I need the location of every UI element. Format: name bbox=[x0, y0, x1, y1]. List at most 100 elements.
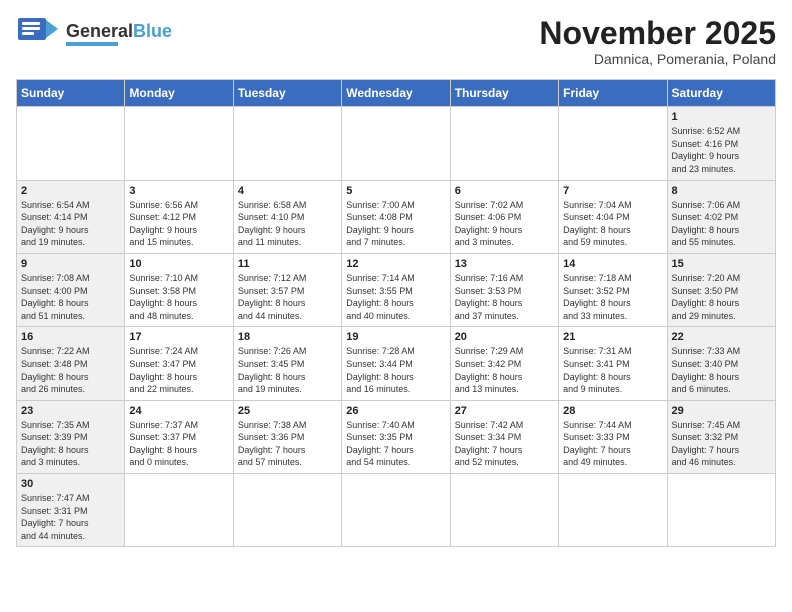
day-cell bbox=[125, 107, 233, 180]
day-info: Sunrise: 7:02 AM Sunset: 4:06 PM Dayligh… bbox=[455, 199, 554, 249]
day-number: 11 bbox=[238, 258, 337, 270]
day-number: 9 bbox=[21, 258, 120, 270]
day-header-wednesday: Wednesday bbox=[342, 80, 450, 107]
day-cell: 8 Sunrise: 7:06 AM Sunset: 4:02 PM Daylig… bbox=[667, 180, 775, 253]
day-cell: 11 Sunrise: 7:12 AM Sunset: 3:57 PM Dayli… bbox=[233, 253, 341, 326]
week-row-4: 16Sunrise: 7:22 AM Sunset: 3:48 PM Dayli… bbox=[17, 327, 776, 400]
day-cell: 27 Sunrise: 7:42 AM Sunset: 3:34 PM Dayli… bbox=[450, 400, 558, 473]
day-cell: 20 Sunrise: 7:29 AM Sunset: 3:42 PM Dayli… bbox=[450, 327, 558, 400]
day-header-monday: Monday bbox=[125, 80, 233, 107]
logo-underline bbox=[66, 42, 118, 46]
day-number: 16 bbox=[21, 331, 120, 343]
day-info: Sunrise: 7:45 AM Sunset: 3:32 PM Dayligh… bbox=[672, 419, 771, 469]
header: GeneralBlue November 2025 Damnica, Pomer… bbox=[16, 16, 776, 67]
day-cell: 24 Sunrise: 7:37 AM Sunset: 3:37 PM Dayli… bbox=[125, 400, 233, 473]
day-number: 20 bbox=[455, 331, 554, 343]
day-cell: 29 Sunrise: 7:45 AM Sunset: 3:32 PM Dayli… bbox=[667, 400, 775, 473]
day-number: 1 bbox=[672, 111, 771, 123]
day-cell: 4Sunrise: 6:58 AM Sunset: 4:10 PM Daylig… bbox=[233, 180, 341, 253]
day-cell: 2 Sunrise: 6:54 AM Sunset: 4:14 PM Daylig… bbox=[17, 180, 125, 253]
day-cell: 14Sunrise: 7:18 AM Sunset: 3:52 PM Dayli… bbox=[559, 253, 667, 326]
day-cell: 5 Sunrise: 7:00 AM Sunset: 4:08 PM Daylig… bbox=[342, 180, 450, 253]
day-number: 21 bbox=[563, 331, 662, 343]
day-cell bbox=[342, 107, 450, 180]
week-row-2: 2 Sunrise: 6:54 AM Sunset: 4:14 PM Daylig… bbox=[17, 180, 776, 253]
day-info: Sunrise: 7:29 AM Sunset: 3:42 PM Dayligh… bbox=[455, 345, 554, 395]
day-cell: 19Sunrise: 7:28 AM Sunset: 3:44 PM Dayli… bbox=[342, 327, 450, 400]
day-info: Sunrise: 7:08 AM Sunset: 4:00 PM Dayligh… bbox=[21, 272, 120, 322]
day-info: Sunrise: 7:18 AM Sunset: 3:52 PM Dayligh… bbox=[563, 272, 662, 322]
day-cell bbox=[667, 474, 775, 547]
day-number: 27 bbox=[455, 405, 554, 417]
day-cell: 10 Sunrise: 7:10 AM Sunset: 3:58 PM Dayli… bbox=[125, 253, 233, 326]
day-header-tuesday: Tuesday bbox=[233, 80, 341, 107]
day-cell: 18 Sunrise: 7:26 AM Sunset: 3:45 PM Dayli… bbox=[233, 327, 341, 400]
day-header-sunday: Sunday bbox=[17, 80, 125, 107]
day-info: Sunrise: 6:52 AM Sunset: 4:16 PM Dayligh… bbox=[672, 125, 771, 175]
day-cell bbox=[17, 107, 125, 180]
header-row: SundayMondayTuesdayWednesdayThursdayFrid… bbox=[17, 80, 776, 107]
day-number: 8 bbox=[672, 185, 771, 197]
week-row-5: 23Sunrise: 7:35 AM Sunset: 3:39 PM Dayli… bbox=[17, 400, 776, 473]
day-header-thursday: Thursday bbox=[450, 80, 558, 107]
day-cell: 28Sunrise: 7:44 AM Sunset: 3:33 PM Dayli… bbox=[559, 400, 667, 473]
day-number: 10 bbox=[129, 258, 228, 270]
day-cell bbox=[233, 474, 341, 547]
day-number: 6 bbox=[455, 185, 554, 197]
day-info: Sunrise: 7:28 AM Sunset: 3:44 PM Dayligh… bbox=[346, 345, 445, 395]
week-row-3: 9 Sunrise: 7:08 AM Sunset: 4:00 PM Daylig… bbox=[17, 253, 776, 326]
day-number: 5 bbox=[346, 185, 445, 197]
day-info: Sunrise: 7:44 AM Sunset: 3:33 PM Dayligh… bbox=[563, 419, 662, 469]
day-cell: 15Sunrise: 7:20 AM Sunset: 3:50 PM Dayli… bbox=[667, 253, 775, 326]
day-cell bbox=[342, 474, 450, 547]
day-header-saturday: Saturday bbox=[667, 80, 775, 107]
day-cell: 25Sunrise: 7:38 AM Sunset: 3:36 PM Dayli… bbox=[233, 400, 341, 473]
day-cell: 9 Sunrise: 7:08 AM Sunset: 4:00 PM Daylig… bbox=[17, 253, 125, 326]
day-number: 23 bbox=[21, 405, 120, 417]
day-cell bbox=[450, 107, 558, 180]
day-number: 17 bbox=[129, 331, 228, 343]
day-header-friday: Friday bbox=[559, 80, 667, 107]
month-title: November 2025 bbox=[539, 16, 776, 51]
day-info: Sunrise: 7:31 AM Sunset: 3:41 PM Dayligh… bbox=[563, 345, 662, 395]
day-info: Sunrise: 7:38 AM Sunset: 3:36 PM Dayligh… bbox=[238, 419, 337, 469]
day-cell bbox=[559, 474, 667, 547]
calendar-table: SundayMondayTuesdayWednesdayThursdayFrid… bbox=[16, 79, 776, 547]
day-info: Sunrise: 7:42 AM Sunset: 3:34 PM Dayligh… bbox=[455, 419, 554, 469]
day-cell: 1 Sunrise: 6:52 AM Sunset: 4:16 PM Daylig… bbox=[667, 107, 775, 180]
day-info: Sunrise: 7:10 AM Sunset: 3:58 PM Dayligh… bbox=[129, 272, 228, 322]
day-info: Sunrise: 7:12 AM Sunset: 3:57 PM Dayligh… bbox=[238, 272, 337, 322]
day-cell: 7Sunrise: 7:04 AM Sunset: 4:04 PM Daylig… bbox=[559, 180, 667, 253]
logo-text: GeneralBlue bbox=[66, 22, 172, 40]
day-number: 3 bbox=[129, 185, 228, 197]
day-info: Sunrise: 7:37 AM Sunset: 3:37 PM Dayligh… bbox=[129, 419, 228, 469]
day-info: Sunrise: 7:06 AM Sunset: 4:02 PM Dayligh… bbox=[672, 199, 771, 249]
day-info: Sunrise: 7:16 AM Sunset: 3:53 PM Dayligh… bbox=[455, 272, 554, 322]
day-cell bbox=[450, 474, 558, 547]
day-info: Sunrise: 7:47 AM Sunset: 3:31 PM Dayligh… bbox=[21, 492, 120, 542]
day-number: 18 bbox=[238, 331, 337, 343]
day-number: 13 bbox=[455, 258, 554, 270]
day-number: 7 bbox=[563, 185, 662, 197]
day-info: Sunrise: 7:00 AM Sunset: 4:08 PM Dayligh… bbox=[346, 199, 445, 249]
day-info: Sunrise: 7:26 AM Sunset: 3:45 PM Dayligh… bbox=[238, 345, 337, 395]
day-info: Sunrise: 7:33 AM Sunset: 3:40 PM Dayligh… bbox=[672, 345, 771, 395]
day-cell: 22 Sunrise: 7:33 AM Sunset: 3:40 PM Dayli… bbox=[667, 327, 775, 400]
day-number: 24 bbox=[129, 405, 228, 417]
week-row-6: 30 Sunrise: 7:47 AM Sunset: 3:31 PM Dayli… bbox=[17, 474, 776, 547]
title-area: November 2025 Damnica, Pomerania, Poland bbox=[539, 16, 776, 67]
day-info: Sunrise: 6:54 AM Sunset: 4:14 PM Dayligh… bbox=[21, 199, 120, 249]
day-cell bbox=[559, 107, 667, 180]
day-cell: 3 Sunrise: 6:56 AM Sunset: 4:12 PM Daylig… bbox=[125, 180, 233, 253]
day-number: 29 bbox=[672, 405, 771, 417]
day-number: 22 bbox=[672, 331, 771, 343]
logo-icon bbox=[16, 16, 60, 52]
day-number: 2 bbox=[21, 185, 120, 197]
day-number: 4 bbox=[238, 185, 337, 197]
day-number: 12 bbox=[346, 258, 445, 270]
day-cell: 17Sunrise: 7:24 AM Sunset: 3:47 PM Dayli… bbox=[125, 327, 233, 400]
day-cell: 16Sunrise: 7:22 AM Sunset: 3:48 PM Dayli… bbox=[17, 327, 125, 400]
day-info: Sunrise: 6:56 AM Sunset: 4:12 PM Dayligh… bbox=[129, 199, 228, 249]
day-cell: 23Sunrise: 7:35 AM Sunset: 3:39 PM Dayli… bbox=[17, 400, 125, 473]
day-number: 30 bbox=[21, 478, 120, 490]
